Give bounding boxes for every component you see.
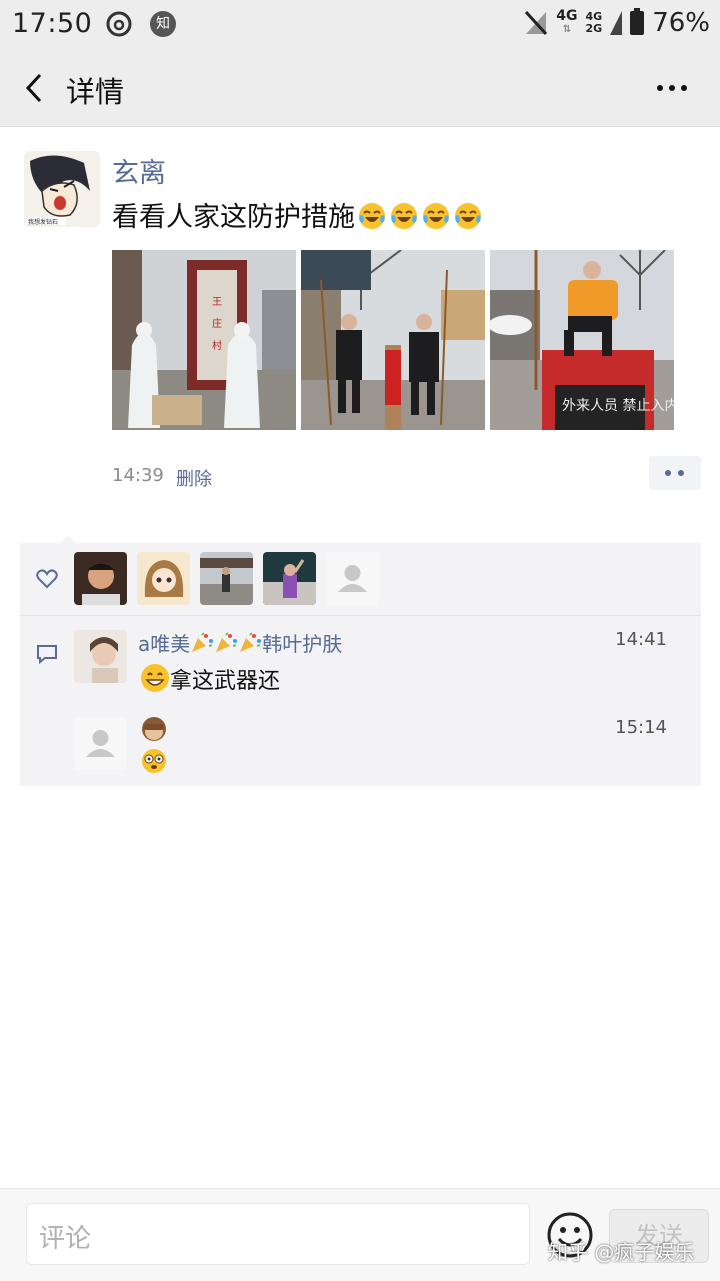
no-signal-icon xyxy=(525,10,548,36)
author-name[interactable]: 玄离 xyxy=(112,151,166,190)
nav-bar: 详情 xyxy=(0,50,720,127)
delete-link[interactable]: 删除 xyxy=(176,465,212,491)
network-4g2g-label: 4G 2G xyxy=(585,10,603,35)
photo-grid: 王庄村 外来人员 禁止入内 xyxy=(112,250,674,430)
menu-dot xyxy=(678,470,684,476)
like-comment-menu-button[interactable] xyxy=(649,456,701,490)
liker-photo-4 xyxy=(263,552,316,605)
comment-time-1: 14:41 xyxy=(615,629,667,650)
laugh-cry-emoji xyxy=(455,203,481,229)
menu-dot xyxy=(665,470,671,476)
photo-1-sign-text: 王庄村 xyxy=(212,297,222,352)
commenter-photo-1 xyxy=(74,630,127,683)
see-no-evil-monkey-emoji xyxy=(142,717,166,741)
network-4g-label: 4G ⇅ xyxy=(556,8,578,35)
party-popper-icon xyxy=(240,632,262,652)
laugh-cry-emoji-group xyxy=(355,202,483,233)
commenter-avatar-2[interactable] xyxy=(74,717,127,770)
heart-icon xyxy=(36,569,58,589)
anime-avatar-image: 我想发钻石 xyxy=(24,151,100,227)
commenter-avatar-1[interactable] xyxy=(74,630,127,683)
comment-bar: 评论 发送 xyxy=(0,1188,720,1281)
commenter-name-1[interactable]: a唯美 韩叶护肤 xyxy=(138,628,342,657)
default-avatar-icon xyxy=(326,552,379,605)
party-popper-icon xyxy=(216,632,238,652)
battery-icon xyxy=(630,8,645,35)
photo-2[interactable] xyxy=(301,250,485,430)
netease-music-icon xyxy=(106,11,132,37)
post-text-body: 看看人家这防护措施 xyxy=(112,202,355,233)
commenter-name-1-prefix: a唯美 xyxy=(138,632,191,656)
liker-avatar-4[interactable] xyxy=(263,552,316,605)
photo-3[interactable]: 外来人员 禁止入内 xyxy=(490,250,674,430)
laugh-cry-emoji xyxy=(391,203,417,229)
author-avatar[interactable]: 我想发钻石 xyxy=(24,151,100,227)
liker-photo-3 xyxy=(200,552,253,605)
post-text: 看看人家这防护措施 xyxy=(112,195,483,234)
comment-icon xyxy=(37,645,57,665)
svg-text:我想发钻石: 我想发钻石 xyxy=(28,218,58,226)
liker-avatar-2[interactable] xyxy=(137,552,190,605)
grin-emoji xyxy=(141,664,169,692)
status-bar: 17:50 知 4G ⇅ 4G 2G 76% xyxy=(0,0,720,50)
laugh-cry-emoji xyxy=(423,203,449,229)
liker-avatar-1[interactable] xyxy=(74,552,127,605)
panel-pointer xyxy=(60,535,76,543)
party-popper-icon xyxy=(192,632,214,652)
default-avatar-icon xyxy=(74,717,127,770)
flushed-emoji xyxy=(142,749,166,773)
photo-3-sign-text: 外来人员 禁止入内 xyxy=(562,398,674,414)
interaction-panel: a唯美 韩叶护肤 14:41 拿这武器还 15:14 xyxy=(20,535,701,786)
clock: 17:50 xyxy=(12,8,93,39)
laugh-cry-emoji xyxy=(359,203,385,229)
comment-time-2: 15:14 xyxy=(615,717,667,738)
post-time: 14:39 xyxy=(112,465,164,486)
photo-1-image: 王庄村 xyxy=(112,250,296,430)
zhihu-watermark: 知乎 @疯子娱乐 xyxy=(548,1240,695,1264)
liker-photo-1 xyxy=(74,552,127,605)
likes-row xyxy=(20,543,701,616)
back-arrow-icon[interactable] xyxy=(20,70,56,106)
signal-icon xyxy=(610,11,623,35)
photo-3-image: 外来人员 禁止入内 xyxy=(490,250,674,430)
zhihu-icon: 知 xyxy=(150,11,176,37)
comment-text-1[interactable]: 拿这武器还 xyxy=(138,663,280,695)
liker-avatar-5[interactable] xyxy=(326,552,379,605)
commenter-name-1-suffix: 韩叶护肤 xyxy=(262,632,343,656)
comment-text-1-body: 拿这武器还 xyxy=(170,669,281,694)
comment-input[interactable]: 评论 xyxy=(26,1203,530,1265)
photo-1[interactable]: 王庄村 xyxy=(112,250,296,430)
photo-2-image xyxy=(301,250,485,430)
more-options-icon[interactable] xyxy=(652,70,692,106)
liker-avatar-3[interactable] xyxy=(200,552,253,605)
page-title: 详情 xyxy=(66,75,125,109)
liker-photo-2 xyxy=(137,552,190,605)
battery-percent: 76% xyxy=(652,8,710,38)
